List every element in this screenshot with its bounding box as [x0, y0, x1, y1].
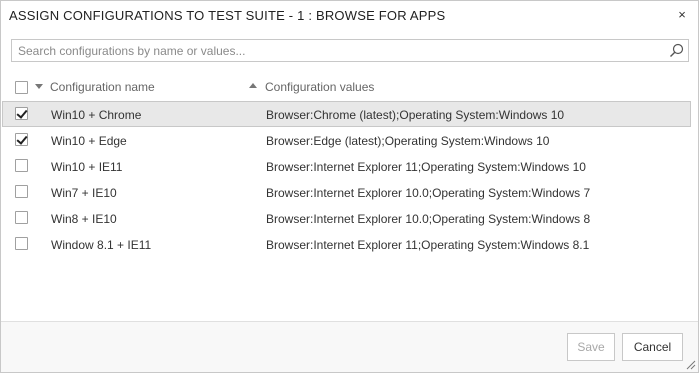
column-header-configuration-name[interactable]: Configuration name: [50, 80, 155, 94]
row-checkbox[interactable]: [15, 237, 28, 250]
sort-ascending-icon[interactable]: [249, 83, 257, 88]
row-checkbox[interactable]: [15, 211, 28, 224]
configuration-name: Win10 + Chrome: [51, 108, 142, 122]
search-box: [11, 39, 689, 62]
close-button[interactable]: ×: [674, 7, 690, 23]
table-row[interactable]: Win10 + Chrome Browser:Chrome (latest);Op…: [2, 101, 691, 127]
row-checkbox[interactable]: [15, 107, 28, 120]
assign-configurations-dialog: ASSIGN CONFIGURATIONS TO TEST SUITE - 1 …: [0, 0, 699, 373]
configuration-name: Win10 + Edge: [51, 134, 127, 148]
dialog-title-bar: ASSIGN CONFIGURATIONS TO TEST SUITE - 1 …: [1, 1, 698, 31]
column-header-configuration-values[interactable]: Configuration values: [265, 80, 374, 94]
configuration-values: Browser:Internet Explorer 11;Operating S…: [266, 160, 586, 174]
configuration-values: Browser:Internet Explorer 11;Operating S…: [266, 238, 590, 252]
search-input[interactable]: [12, 40, 662, 61]
table-row[interactable]: Window 8.1 + IE11 Browser:Internet Explor…: [2, 231, 691, 257]
configuration-name: Window 8.1 + IE11: [51, 238, 152, 252]
configuration-name: Win10 + IE11: [51, 160, 123, 174]
sort-descending-icon[interactable]: [35, 84, 43, 89]
configuration-values: Browser:Edge (latest);Operating System:W…: [266, 134, 550, 148]
row-checkbox[interactable]: [15, 133, 28, 146]
table-header: Configuration name Configuration values: [1, 73, 698, 101]
table-row[interactable]: Win7 + IE10 Browser:Internet Explorer 10.…: [2, 179, 691, 205]
close-icon: ×: [678, 7, 686, 22]
save-button[interactable]: Save: [567, 333, 615, 361]
row-checkbox[interactable]: [15, 159, 28, 172]
cancel-button[interactable]: Cancel: [622, 333, 683, 361]
dialog-title: ASSIGN CONFIGURATIONS TO TEST SUITE - 1 …: [9, 8, 446, 23]
configuration-values: Browser:Internet Explorer 10.0;Operating…: [266, 212, 591, 226]
configuration-list: Win10 + Chrome Browser:Chrome (latest);Op…: [1, 101, 698, 257]
table-row[interactable]: Win8 + IE10 Browser:Internet Explorer 10.…: [2, 205, 691, 231]
table-row[interactable]: Win10 + IE11 Browser:Internet Explorer 11…: [2, 153, 691, 179]
row-checkbox[interactable]: [15, 185, 28, 198]
table-row[interactable]: Win10 + Edge Browser:Edge (latest);Operat…: [2, 127, 691, 153]
search-icon[interactable]: [669, 43, 684, 58]
configuration-values: Browser:Chrome (latest);Operating System…: [266, 108, 565, 122]
dialog-footer: Save Cancel: [1, 321, 698, 372]
select-all-checkbox[interactable]: [15, 81, 28, 94]
configuration-name: Win8 + IE10: [51, 212, 117, 226]
configuration-name: Win7 + IE10: [51, 186, 117, 200]
resize-grip-icon[interactable]: [686, 360, 696, 370]
configuration-values: Browser:Internet Explorer 10.0;Operating…: [266, 186, 591, 200]
